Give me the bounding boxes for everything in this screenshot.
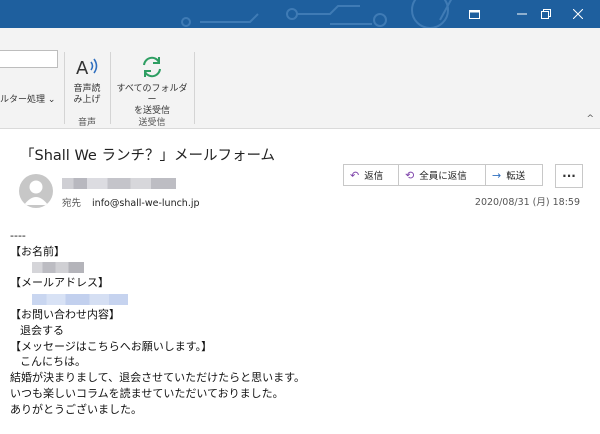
ribbon-search-input[interactable]	[0, 50, 58, 68]
to-address[interactable]: info@shall-we-lunch.jp	[92, 198, 199, 209]
forward-label: 転送	[506, 171, 526, 182]
title-bar	[0, 0, 600, 28]
close-button[interactable]	[556, 0, 600, 28]
body-line: ありがとうございました。	[10, 402, 142, 416]
ribbon-separator	[64, 52, 65, 124]
forward-button[interactable]: → 転送	[485, 164, 543, 186]
reply-button[interactable]: ↶ 返信	[343, 164, 399, 186]
chevron-down-icon: ⌄	[47, 95, 56, 105]
inquiry-value-row: 退会する	[10, 323, 305, 339]
message-heading: 【メッセージはこちらへお願いします。】	[10, 339, 213, 353]
ribbon-separator	[194, 52, 195, 124]
email-heading: 【メールアドレス】	[10, 276, 109, 290]
filter-label: ルター処理	[0, 95, 46, 105]
svg-text:A: A	[76, 58, 89, 79]
person-icon	[24, 180, 48, 205]
email-value-row	[10, 291, 305, 307]
message-actions: ↶ 返信 ⟲ 全員に返信 → 転送	[343, 164, 543, 188]
chevron-up-icon: ^	[586, 114, 594, 124]
message-body: ---- 【お名前】 【メールアドレス】 【お問い合わせ内容】 退会する 【メッ…	[10, 228, 305, 418]
body-separator: ----	[10, 229, 26, 242]
body-line: いつも楽しいコラムを読ませていただいておりました。	[10, 386, 284, 400]
sync-icon	[143, 56, 161, 78]
name-redacted	[32, 262, 84, 274]
group-label-send-receive: 送受信	[138, 118, 166, 128]
sender-name-redacted	[62, 178, 176, 189]
reply-all-button[interactable]: ⟲ 全員に返信	[398, 164, 486, 186]
reply-icon: ↶	[350, 168, 360, 182]
reply-all-label: 全員に返信	[419, 171, 467, 182]
ribbon-separator	[110, 52, 111, 124]
send-receive-all-button[interactable]: すべてのフォルダー を送受信	[113, 54, 191, 117]
restore-icon	[541, 9, 551, 19]
read-aloud-icon: A	[76, 58, 98, 79]
body-line: こんにちは。	[10, 354, 305, 370]
forward-icon: →	[492, 168, 502, 182]
read-aloud-button[interactable]: A 音声読 み上げ	[68, 54, 106, 106]
inquiry-value: 退会する	[20, 323, 64, 337]
reply-label: 返信	[364, 171, 384, 182]
body-line-text: こんにちは。	[20, 355, 86, 369]
collapse-ribbon-button[interactable]: ^	[586, 114, 594, 124]
filter-button[interactable]: ルター処理 ⌄	[0, 92, 55, 105]
name-value-row	[10, 260, 305, 276]
reply-all-icon: ⟲	[405, 168, 415, 182]
message-date: 2020/08/31 (月) 18:59	[474, 197, 580, 208]
more-actions-button[interactable]: ···	[555, 164, 583, 188]
read-aloud-label-2: み上げ	[73, 95, 101, 105]
name-heading: 【お名前】	[10, 244, 65, 258]
inquiry-heading: 【お問い合わせ内容】	[10, 307, 120, 321]
group-label-voice: 音声	[77, 118, 96, 128]
recipient-row: 宛先 info@shall-we-lunch.jp	[62, 195, 200, 209]
message-subject: 「Shall We ランチ？」メールフォーム	[20, 148, 276, 164]
restore-ribbon-button[interactable]	[452, 0, 496, 28]
body-line: 結婚が決まりまして、退会させていただけたらと思います。	[10, 371, 306, 385]
send-receive-label-1: すべてのフォルダー	[116, 84, 188, 105]
read-aloud-label-1: 音声読	[73, 84, 101, 94]
ribbon-display-icon	[468, 9, 480, 19]
avatar	[19, 174, 53, 208]
close-icon	[573, 9, 583, 19]
email-redacted	[32, 293, 128, 305]
more-icon: ···	[562, 169, 576, 183]
ribbon: ルター処理 ⌄ A 音声読 み上げ 音声 すべてのフォルダー を送受信 送受信 …	[0, 28, 600, 129]
to-label: 宛先	[62, 198, 82, 209]
